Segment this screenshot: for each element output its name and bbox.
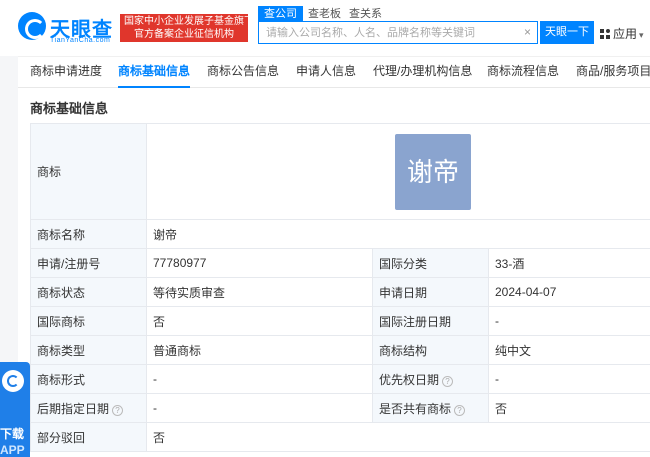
table-row: 申请/注册号 77780977 国际分类 33-酒 [30,248,650,278]
field-value: 普通商标 [146,335,373,365]
table-row: 商标类型 普通商标 商标结构 纯中文 [30,335,650,365]
trademark-image[interactable]: 谢帝 [395,134,471,210]
search-tab-relation[interactable]: 查关系 [349,6,382,22]
brand-domain: TianYanCha.com [50,37,111,44]
official-badge: 国家中小企业发展子基金旗下 官方备案企业征信机构 [120,14,254,42]
trademark-tab-nav: 商标申请进度 商标基础信息 商标公告信息 申请人信息 代理/办理机构信息 商标流… [18,56,650,88]
download-label: 下载 [0,427,25,441]
field-label: 是否共有商标 [379,401,452,416]
field-value: 33-酒 [487,248,650,278]
field-label: 后期指定日期 [37,401,110,416]
trademark-info-table: 商标 谢帝 商标名称 谢帝 申请/注册号 77780977 国际分类 33-酒 … [30,123,650,452]
apps-label: 应用 [613,27,638,41]
later-date-label: 后期指定日期? [30,393,147,423]
app-logo-icon [2,370,24,392]
apps-menu[interactable]: 应用 ▾ [600,25,644,42]
search-input[interactable] [259,22,515,43]
tab-agency[interactable]: 代理/办理机构信息 [373,57,472,88]
tab-application-progress[interactable]: 商标申请进度 [30,57,102,88]
tab-process[interactable]: 商标流程信息 [487,57,559,88]
logo-label: 商标 [30,123,147,220]
search-button[interactable]: 天眼一下 [540,21,594,44]
field-label: 国际分类 [372,248,489,278]
table-row: 商标名称 谢帝 [30,219,650,249]
help-icon[interactable]: ? [454,404,466,416]
table-row: 国际商标 否 国际注册日期 - [30,306,650,336]
table-row: 商标状态 等待实质审查 申请日期 2024-04-07 [30,277,650,307]
name-label: 商标名称 [30,219,147,249]
help-icon[interactable]: ? [112,404,124,416]
field-label: 商标状态 [30,277,147,307]
tab-applicant[interactable]: 申请人信息 [296,57,356,88]
field-label: 申请/注册号 [30,248,147,278]
section-title: 商标基础信息 [30,101,109,116]
field-value: 77780977 [146,248,373,278]
apps-grid-icon [600,29,610,39]
table-row: 后期指定日期? - 是否共有商标? 否 [30,393,650,423]
field-value: - [146,393,373,423]
field-label: 商标结构 [372,335,489,365]
header: 天眼查 TianYanCha.com 国家中小企业发展子基金旗下 官方备案企业征… [0,0,650,56]
field-label: 商标类型 [30,335,147,365]
badge-line1: 国家中小企业发展子基金旗下 [124,16,254,27]
table-row: 商标 谢帝 [30,123,650,220]
table-row: 部分驳回 否 [30,422,650,452]
tab-announcement[interactable]: 商标公告信息 [207,57,279,88]
field-value: 等待实质审查 [146,277,373,307]
logo-eye-icon [18,12,46,40]
field-value: 否 [146,306,373,336]
field-value: 纯中文 [487,335,650,365]
badge-line2: 官方备案企业征信机构 [134,29,234,40]
field-label: 优先权日期 [379,372,440,387]
tianyancha-logo[interactable]: 天眼查 TianYanCha.com [18,12,116,46]
field-label: 商标形式 [30,364,147,394]
field-label: 国际注册日期 [372,306,489,336]
tab-goods-services[interactable]: 商品/服务项目 [576,57,650,88]
search-box: × [258,21,538,44]
app-download-widget[interactable]: 下载 APP [0,362,30,457]
logo-cell: 谢帝 [145,123,650,220]
field-value: - [487,364,650,394]
search-tab-company[interactable]: 查公司 [258,6,303,22]
help-icon[interactable]: ? [442,375,454,387]
partial-reject-label: 部分驳回 [30,422,147,452]
tab-basic-info[interactable]: 商标基础信息 [118,57,191,88]
field-label: 申请日期 [372,277,489,307]
priority-date-label: 优先权日期? [372,364,489,394]
app-label: APP [0,443,25,457]
chevron-down-icon: ▾ [639,30,644,40]
field-label: 国际商标 [30,306,147,336]
field-value: 2024-04-07 [487,277,650,307]
field-value: - [146,364,373,394]
field-value: 否 [487,393,650,423]
name-value: 谢帝 [145,219,650,249]
search-tab-boss[interactable]: 查老板 [308,6,341,22]
clear-icon[interactable]: × [524,25,531,39]
table-row: 商标形式 - 优先权日期? - [30,364,650,394]
shared-trademark-label: 是否共有商标? [372,393,489,423]
field-value: - [487,306,650,336]
partial-reject-value: 否 [145,422,650,452]
